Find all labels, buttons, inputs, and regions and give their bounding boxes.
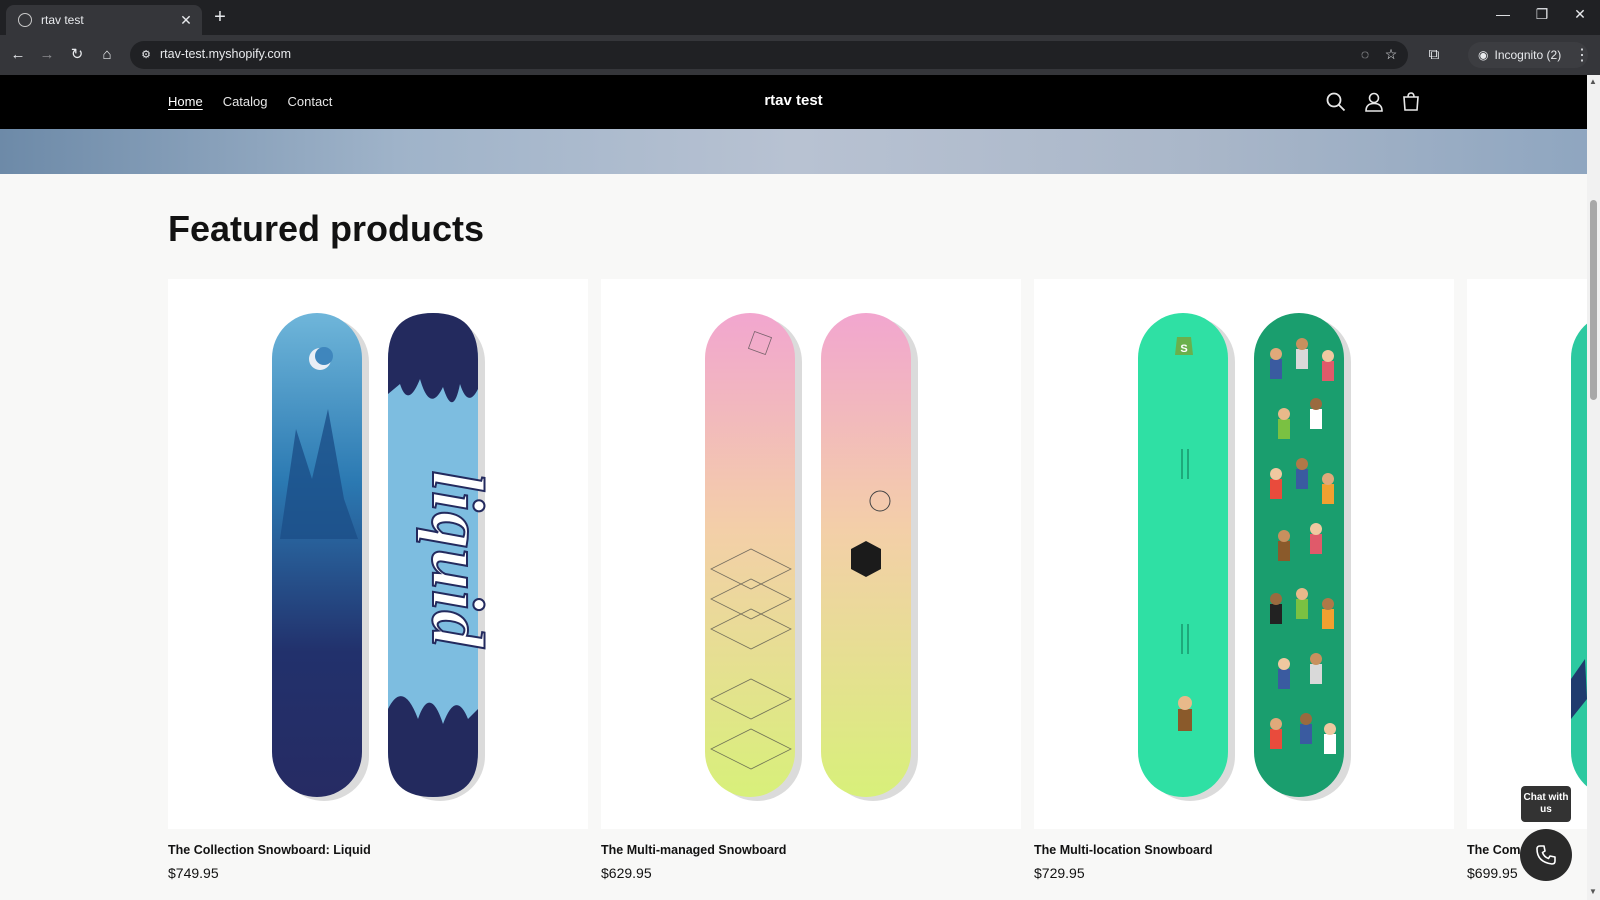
product-card[interactable]: [601, 279, 1021, 829]
product-price: $699.95: [1467, 865, 1518, 881]
product-card[interactable]: liquid: [168, 279, 588, 829]
url-text[interactable]: rtav-test.myshopify.com: [160, 47, 291, 61]
browser-tab[interactable]: rtav test ✕: [6, 5, 202, 35]
product-name[interactable]: The Multi-managed Snowboard: [601, 843, 786, 857]
section-heading: Featured products: [168, 208, 485, 249]
store-header: Home Catalog Contact rtav test: [0, 75, 1587, 129]
close-window-icon[interactable]: ✕: [1570, 6, 1590, 23]
bookmark-star-icon[interactable]: ☆: [1382, 46, 1400, 63]
reload-icon[interactable]: ↻: [67, 45, 87, 65]
product-price: $629.95: [601, 865, 652, 881]
search-icon[interactable]: [1325, 91, 1347, 113]
scroll-down-icon[interactable]: ▼: [1589, 887, 1597, 896]
home-icon[interactable]: ⌂: [97, 45, 117, 65]
forward-icon[interactable]: →: [37, 45, 57, 65]
product-name[interactable]: The Multi-location Snowboard: [1034, 843, 1212, 857]
scrollbar-thumb[interactable]: [1590, 200, 1597, 400]
product-image: [705, 313, 918, 801]
product-card[interactable]: S: [1034, 279, 1454, 829]
chat-button[interactable]: [1520, 829, 1572, 881]
restore-icon[interactable]: ❐: [1532, 6, 1552, 23]
account-icon[interactable]: [1363, 91, 1385, 113]
product-image: [1571, 323, 1587, 787]
svg-text:liquid: liquid: [416, 471, 498, 649]
browser-tab-strip: rtav test ✕ + — ❐ ✕: [0, 0, 1600, 35]
store-brand[interactable]: rtav test: [0, 92, 1587, 109]
cart-icon[interactable]: [1400, 91, 1422, 113]
incognito-label: Incognito (2): [1494, 48, 1562, 62]
product-price: $749.95: [168, 865, 219, 881]
new-tab-button[interactable]: +: [210, 6, 230, 29]
address-bar[interactable]: ⚙ rtav-test.myshopify.com ◌ ☆: [130, 41, 1408, 69]
phone-icon: [1536, 845, 1556, 865]
product-card[interactable]: [1467, 279, 1587, 829]
incognito-indicator[interactable]: ◉ Incognito (2): [1468, 42, 1588, 68]
tab-search-icon[interactable]: ⧉: [1424, 45, 1444, 65]
product-image: S: [1138, 313, 1351, 801]
page-scrollbar[interactable]: ▲ ▼: [1587, 75, 1600, 900]
minimize-icon[interactable]: —: [1493, 6, 1513, 22]
menu-kebab-icon[interactable]: ⋮: [1574, 45, 1590, 65]
chat-bubble[interactable]: Chat with us: [1521, 786, 1571, 822]
tab-title: rtav test: [41, 13, 84, 27]
globe-icon: [18, 13, 32, 27]
incognito-icon: ◉: [1478, 48, 1489, 62]
site-info-icon[interactable]: ⚙: [138, 47, 154, 63]
hero-banner: [0, 129, 1587, 174]
close-tab-icon[interactable]: ✕: [178, 12, 194, 29]
product-price: $729.95: [1034, 865, 1085, 881]
svg-text:S: S: [1180, 343, 1187, 355]
product-name[interactable]: The Collection Snowboard: Liquid: [168, 843, 371, 857]
product-name-start: The Comp: [1467, 843, 1529, 857]
product-image: liquid: [272, 313, 499, 801]
back-icon[interactable]: ←: [8, 45, 28, 65]
scroll-up-icon[interactable]: ▲: [1589, 77, 1597, 86]
eye-off-icon[interactable]: ◌: [1356, 46, 1374, 62]
